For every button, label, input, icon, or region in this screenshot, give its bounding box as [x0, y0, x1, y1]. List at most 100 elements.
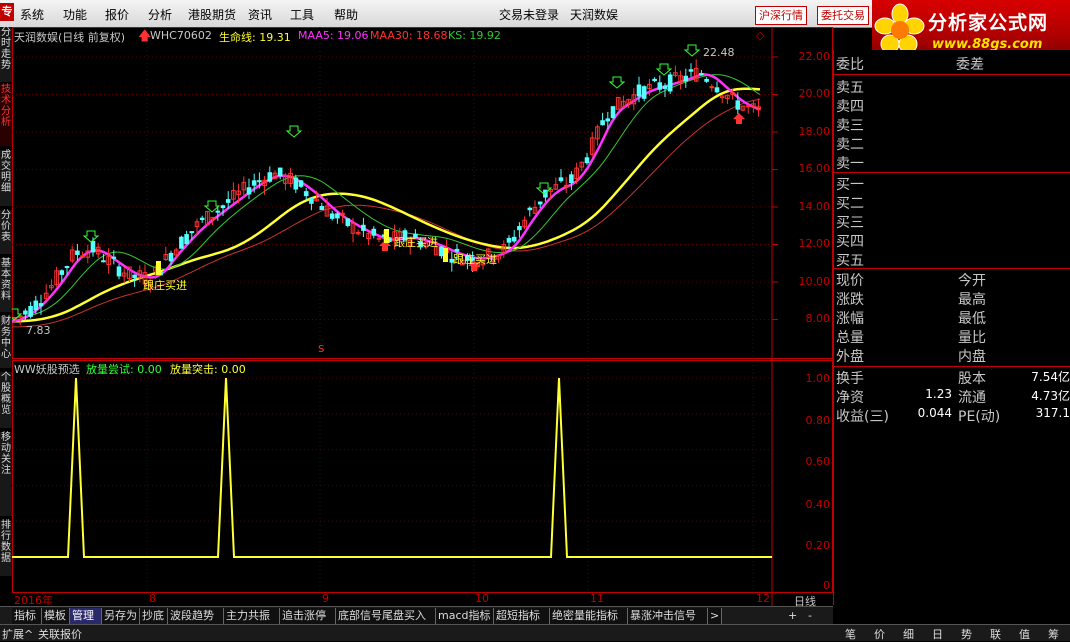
candle-body: [667, 74, 673, 92]
candle-body: [111, 256, 117, 259]
bottom-tab-8[interactable]: 底部信号尾盘买入: [336, 608, 436, 624]
indicator-value-2: 放量突击: 0.00: [170, 363, 246, 376]
candle-body: [506, 237, 512, 243]
indicator-tick-4: 0.20: [805, 539, 831, 552]
bottom-tab-6[interactable]: 主力共振: [224, 608, 280, 624]
signal-bar: [156, 261, 161, 275]
buy-level-2: 买二: [836, 196, 864, 212]
bottom-tab-5[interactable]: 波段趋势: [168, 608, 224, 624]
candle-body: [329, 213, 335, 219]
price-tick-4: 14.00: [798, 200, 831, 213]
ks-value: KS: 19.92: [448, 29, 501, 42]
menu-quote[interactable]: 报价: [105, 6, 129, 23]
candle-body: [558, 177, 564, 182]
menu-function[interactable]: 功能: [63, 6, 87, 23]
sell-signal-marker: S: [318, 344, 325, 355]
candle-body: [600, 120, 605, 126]
sell-level-4: 卖四: [836, 99, 864, 115]
candle-body: [335, 213, 340, 219]
zoom-in-button[interactable]: +: [788, 609, 797, 622]
follow-buy-annotation-1: 跟庄买进: [143, 279, 187, 292]
trade-button[interactable]: 委托交易: [817, 6, 869, 25]
fin-val-0-b: 7.54亿: [1031, 370, 1070, 384]
candle-body: [215, 210, 221, 213]
candle-body: [189, 231, 195, 234]
candle-body: [662, 85, 668, 89]
candle-body: [75, 250, 80, 255]
sell-level-5: 卖五: [836, 80, 864, 96]
indicator-tick-3: 0.40: [805, 498, 831, 511]
fin-key-0-a: 换手: [836, 371, 864, 387]
candle-body: [257, 180, 262, 183]
menu-hk-futures[interactable]: 港股期货: [188, 6, 236, 23]
date-tick-1: 8: [149, 592, 156, 605]
quote-label-3-a: 总量: [836, 330, 864, 346]
quote-label-2-b: 最低: [958, 311, 986, 327]
bottom-tab-12[interactable]: 暴涨冲击信号: [628, 608, 708, 624]
buy-level-5: 买五: [836, 253, 864, 269]
candle-body: [657, 82, 663, 90]
menu-tools[interactable]: 工具: [290, 6, 314, 23]
life-line-value: 生命线: 19.31: [219, 31, 291, 44]
bottom-tab-9[interactable]: macd指标: [436, 608, 494, 624]
app-name: 天润数娱: [570, 8, 619, 22]
price-tick-0: 22.00: [798, 50, 831, 63]
candle-body: [714, 87, 720, 93]
zoom-out-button[interactable]: -: [808, 609, 812, 622]
menu-analysis[interactable]: 分析: [148, 6, 172, 23]
candle-body: [704, 78, 709, 82]
bottom-tab-3[interactable]: 另存为: [102, 608, 140, 624]
candle-body: [28, 306, 33, 317]
trade-status: 交易未登录: [499, 8, 560, 22]
candle-body: [735, 100, 741, 110]
candle-body: [303, 191, 309, 197]
candle-body: [610, 106, 616, 119]
quote-label-2-a: 涨幅: [836, 311, 864, 327]
menu-news[interactable]: 资讯: [248, 6, 272, 23]
bottom-tab-4[interactable]: 抄底: [140, 608, 168, 624]
candle-body: [179, 236, 184, 249]
sell-level-1: 卖一: [836, 156, 864, 172]
candle-body: [64, 266, 70, 269]
quote-label-1-a: 涨跌: [836, 292, 864, 308]
candle-body: [246, 187, 252, 195]
menu-help[interactable]: 帮助: [334, 6, 358, 23]
date-tick-5: 12: [756, 592, 770, 605]
weibi-label: 委比: [836, 57, 864, 73]
indicator-tick-2: 0.60: [805, 455, 831, 468]
price-tick-1: 20.00: [798, 87, 831, 100]
fin-val-2-b: 317.1: [1035, 406, 1070, 420]
bottom-tab-11[interactable]: 绝密量能指标: [550, 608, 628, 624]
candle-body: [688, 69, 694, 72]
indicator-tick-5: 0: [823, 579, 830, 592]
low-price-label: 7.83: [26, 324, 51, 337]
fin-key-1-b: 流通: [958, 390, 986, 406]
price-tick-7: 8.00: [805, 312, 831, 325]
bottom-tab-2[interactable]: 管理: [70, 608, 102, 624]
candle-body: [184, 234, 189, 245]
candle-body: [38, 303, 44, 307]
buy-level-4: 买四: [836, 234, 864, 250]
quote-label-3-b: 量比: [958, 330, 986, 346]
bottom-tab-1[interactable]: 模板: [42, 608, 70, 624]
bottom-tab-10[interactable]: 超短指标: [494, 608, 550, 624]
candle-body: [652, 78, 657, 82]
bottom-tab-13[interactable]: >: [708, 608, 722, 624]
bottom-tab-0[interactable]: 指标: [12, 608, 42, 624]
chart-corner-icon[interactable]: ◇: [756, 29, 764, 42]
bottom-tab-7[interactable]: 追击涨停: [280, 608, 336, 624]
candle-body: [527, 207, 533, 211]
candle-body: [116, 266, 122, 277]
stock-code: WHC70602: [150, 29, 212, 42]
maa30-value: MAA30: 18.68: [370, 29, 448, 42]
candle-body: [361, 224, 366, 231]
price-tick-5: 12.00: [798, 237, 831, 250]
maa5-value: MAA5: 19.06: [298, 29, 369, 42]
candle-body: [225, 199, 231, 203]
candle-body: [168, 252, 174, 262]
fin-key-2-a: 收益(三): [836, 409, 889, 425]
hushen-quote-button[interactable]: 沪深行情: [755, 6, 807, 25]
fin-key-0-b: 股本: [958, 371, 986, 387]
fin-key-2-b: PE(动): [958, 409, 1001, 425]
menu-system[interactable]: 系统: [20, 6, 44, 23]
